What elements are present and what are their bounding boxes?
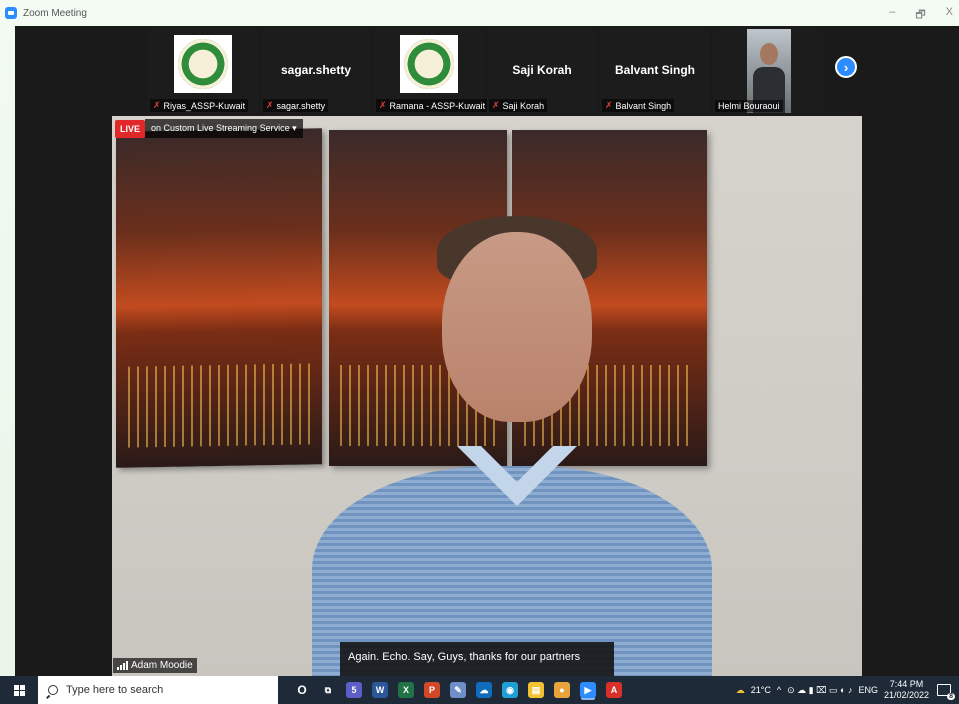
weather-icon[interactable]: ☁ bbox=[736, 685, 745, 696]
task-view-icon[interactable]: ⧉ bbox=[320, 682, 336, 698]
file-explorer-icon[interactable]: ▤ bbox=[528, 682, 544, 698]
search-icon bbox=[48, 685, 58, 695]
participant-tile[interactable]: Saji Korah ✗ Saji Korah bbox=[487, 29, 597, 113]
zoom-app-icon bbox=[5, 7, 17, 19]
start-button[interactable] bbox=[0, 676, 38, 704]
excel-icon[interactable]: X bbox=[398, 682, 414, 698]
windows-icon bbox=[13, 684, 25, 696]
weather-temp[interactable]: 21°C bbox=[751, 685, 771, 695]
paint-icon[interactable]: ✎ bbox=[450, 682, 466, 698]
participant-tile[interactable]: ✗ Riyas_ASSP-Kuwait bbox=[148, 29, 258, 113]
next-page-button[interactable]: › bbox=[835, 56, 857, 78]
window-controls: – 🗗 X bbox=[889, 6, 953, 25]
live-stream-indicator[interactable]: LIVE on Custom Live Streaming Service ▾ bbox=[115, 119, 303, 138]
restore-button[interactable]: 🗗 bbox=[915, 6, 925, 25]
assp-kuwait-logo bbox=[400, 35, 458, 93]
window-titlebar: Zoom Meeting – 🗗 X bbox=[0, 0, 959, 26]
teams-icon[interactable]: 5 bbox=[346, 682, 362, 698]
live-stream-dropdown[interactable]: on Custom Live Streaming Service ▾ bbox=[145, 119, 303, 138]
live-badge: LIVE bbox=[115, 119, 146, 138]
mic-muted-icon: ✗ bbox=[605, 100, 613, 110]
participant-tile[interactable]: ✗ Ramana - ASSP-Kuwait bbox=[374, 29, 489, 113]
participant-display-name: Balvant Singh bbox=[614, 63, 695, 77]
taskbar-search[interactable]: Type here to search bbox=[38, 676, 278, 704]
search-placeholder: Type here to search bbox=[66, 684, 164, 696]
word-icon[interactable]: W bbox=[372, 682, 388, 698]
participant-tile[interactable]: sagar.shetty ✗ sagar.shetty bbox=[261, 29, 371, 113]
participant-label: ✗ Saji Korah bbox=[489, 99, 548, 112]
mic-muted-icon: ✗ bbox=[379, 100, 387, 110]
active-speaker-video[interactable]: LIVE on Custom Live Streaming Service ▾ … bbox=[112, 116, 862, 676]
speaker-name-tag: Adam Moodie bbox=[113, 658, 197, 673]
taskbar-clock[interactable]: 7:44 PM 21/02/2022 bbox=[884, 679, 929, 701]
wall-art-panel bbox=[116, 128, 322, 468]
window-title: Zoom Meeting bbox=[23, 7, 87, 19]
windows-taskbar: Type here to search O ⧉ 5 W X P ✎ ☁ ◉ ▤ ● ▶ A ☁ 21°… bbox=[0, 676, 959, 704]
zoom-meeting-window: ✗ Riyas_ASSP-Kuwait sagar.shetty ✗ sagar… bbox=[15, 26, 959, 676]
input-language[interactable]: ENG bbox=[858, 685, 878, 695]
participant-strip: ✗ Riyas_ASSP-Kuwait sagar.shetty ✗ sagar… bbox=[148, 29, 823, 113]
mic-muted-icon: ✗ bbox=[153, 100, 161, 110]
zoom-icon[interactable]: ▶ bbox=[580, 682, 596, 698]
chrome-icon[interactable]: ● bbox=[554, 682, 570, 698]
participant-display-name: Saji Korah bbox=[512, 63, 572, 77]
participant-label: Helmi Bouraoui bbox=[715, 100, 783, 112]
chevron-right-icon: › bbox=[843, 59, 849, 75]
notifications-icon[interactable]: 8 bbox=[935, 682, 955, 700]
live-caption: Again. Echo. Say, Guys, thanks for our p… bbox=[340, 642, 614, 676]
participant-label: ✗ Balvant Singh bbox=[602, 99, 675, 112]
mic-muted-icon: ✗ bbox=[266, 100, 274, 110]
acrobat-icon[interactable]: A bbox=[606, 682, 622, 698]
tray-icons[interactable]: ⊙ ☁ ▮ ⌧ ▭ ◐ ♪ bbox=[787, 685, 852, 696]
speaker-face bbox=[442, 232, 592, 422]
assp-kuwait-logo bbox=[174, 35, 232, 93]
powerpoint-icon[interactable]: P bbox=[424, 682, 440, 698]
chevron-down-icon: ▾ bbox=[292, 123, 297, 133]
participant-tile[interactable]: Helmi Bouraoui bbox=[713, 29, 823, 113]
mic-muted-icon: ✗ bbox=[492, 100, 500, 110]
photos-icon[interactable]: ◉ bbox=[502, 682, 518, 698]
cortana-icon[interactable]: O bbox=[294, 682, 310, 698]
participant-display-name: sagar.shetty bbox=[280, 63, 352, 77]
participant-label: ✗ Ramana - ASSP-Kuwait bbox=[376, 99, 489, 112]
taskbar-apps: O ⧉ 5 W X P ✎ ☁ ◉ ▤ ● ▶ A bbox=[294, 682, 622, 698]
participant-tile[interactable]: Balvant Singh ✗ Balvant Singh bbox=[600, 29, 710, 113]
close-button[interactable]: X bbox=[946, 6, 953, 25]
minimize-button[interactable]: – bbox=[889, 6, 895, 25]
signal-strength-icon bbox=[117, 661, 128, 670]
onedrive-icon[interactable]: ☁ bbox=[476, 682, 492, 698]
system-tray: ☁ 21°C ^ ⊙ ☁ ▮ ⌧ ▭ ◐ ♪ ENG 7:44 PM 21/02… bbox=[736, 676, 959, 704]
show-hidden-icons[interactable]: ^ bbox=[777, 685, 781, 695]
participant-label: ✗ Riyas_ASSP-Kuwait bbox=[150, 99, 249, 112]
participant-label: ✗ sagar.shetty bbox=[263, 99, 329, 112]
